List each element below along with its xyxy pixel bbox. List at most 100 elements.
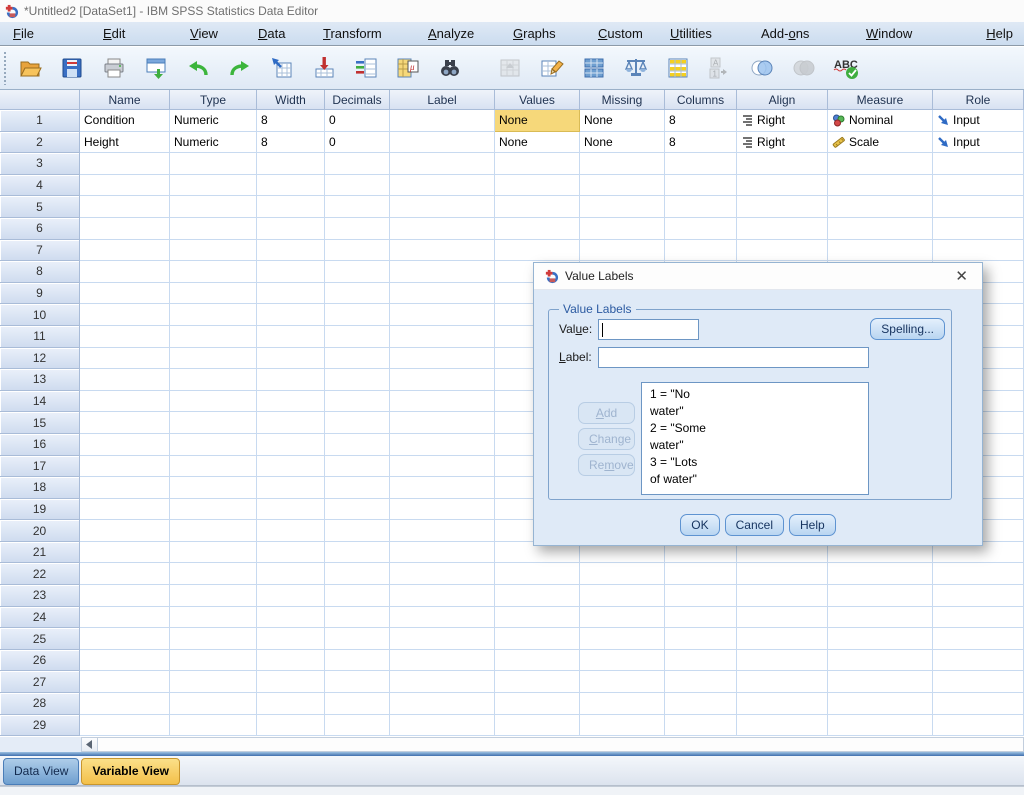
grid-cell[interactable]: [580, 715, 665, 737]
ok-button[interactable]: OK: [680, 514, 719, 536]
toolbar-find[interactable]: [433, 50, 467, 86]
grid-cell[interactable]: [257, 283, 325, 305]
grid-cell[interactable]: [828, 693, 933, 715]
grid-cell[interactable]: [390, 391, 495, 413]
grid-cell[interactable]: [170, 456, 257, 478]
row-header[interactable]: 23: [0, 585, 80, 607]
grid-cell[interactable]: [325, 261, 390, 283]
grid-cell[interactable]: [170, 434, 257, 456]
menu-item[interactable]: Graphs: [502, 22, 587, 45]
value-input[interactable]: [598, 319, 699, 340]
row-header[interactable]: 9: [0, 283, 80, 305]
row-header[interactable]: 28: [0, 693, 80, 715]
grid-cell[interactable]: [390, 196, 495, 218]
grid-cell[interactable]: [257, 671, 325, 693]
toolbar-split-file[interactable]: [577, 50, 611, 86]
grid-cell[interactable]: [80, 326, 170, 348]
grid-cell[interactable]: [170, 412, 257, 434]
grid-cell[interactable]: [257, 499, 325, 521]
row-header[interactable]: 13: [0, 369, 80, 391]
label-input[interactable]: [598, 347, 869, 368]
grid-cell[interactable]: [80, 585, 170, 607]
grid-cell[interactable]: [390, 585, 495, 607]
grid-cell[interactable]: [257, 348, 325, 370]
cell-missing[interactable]: None: [580, 132, 665, 154]
toolbar-goto-variable[interactable]: [307, 50, 341, 86]
grid-cell[interactable]: [390, 326, 495, 348]
grid-cell[interactable]: [933, 218, 1024, 240]
grid-cell[interactable]: [170, 391, 257, 413]
grid-cell[interactable]: [170, 153, 257, 175]
cell-width[interactable]: 8: [257, 132, 325, 154]
grid-cell[interactable]: [80, 628, 170, 650]
grid-cell[interactable]: [325, 304, 390, 326]
toolbar-open-data[interactable]: [13, 50, 47, 86]
grid-cell[interactable]: [390, 607, 495, 629]
grid-cell[interactable]: [325, 542, 390, 564]
grid-cell[interactable]: [80, 715, 170, 737]
grid-cell[interactable]: [933, 563, 1024, 585]
grid-cell[interactable]: [257, 218, 325, 240]
toolbar-variables[interactable]: [349, 50, 383, 86]
row-header[interactable]: 14: [0, 391, 80, 413]
grid-cell[interactable]: [257, 628, 325, 650]
grid-cell[interactable]: [170, 499, 257, 521]
grid-cell[interactable]: [495, 585, 580, 607]
grid-cell[interactable]: [737, 175, 828, 197]
grid-cell[interactable]: [80, 261, 170, 283]
scrollbar-track[interactable]: [81, 737, 1024, 752]
grid-cell[interactable]: [390, 175, 495, 197]
change-button[interactable]: Change: [578, 428, 635, 450]
grid-cell[interactable]: [257, 326, 325, 348]
grid-cell[interactable]: [828, 715, 933, 737]
column-header[interactable]: Role: [933, 90, 1024, 110]
grid-cell[interactable]: [737, 650, 828, 672]
grid-cell[interactable]: [933, 585, 1024, 607]
grid-cell[interactable]: [170, 477, 257, 499]
grid-cell[interactable]: [170, 369, 257, 391]
grid-cell[interactable]: [80, 607, 170, 629]
toolbar-select-cases[interactable]: [661, 50, 695, 86]
grid-cell[interactable]: [170, 240, 257, 262]
grid-cell[interactable]: [495, 218, 580, 240]
grid-cell[interactable]: [665, 650, 737, 672]
grid-cell[interactable]: [495, 715, 580, 737]
grid-cell[interactable]: [828, 607, 933, 629]
grid-cell[interactable]: [737, 715, 828, 737]
toolbar-variable-info[interactable]: μ: [391, 50, 425, 86]
row-header[interactable]: 11: [0, 326, 80, 348]
column-header[interactable]: Missing: [580, 90, 665, 110]
grid-cell[interactable]: [257, 693, 325, 715]
grid-cell[interactable]: [325, 391, 390, 413]
grid-cell[interactable]: [170, 196, 257, 218]
menu-item[interactable]: Transform: [312, 22, 417, 45]
grid-cell[interactable]: [390, 456, 495, 478]
grid-cell[interactable]: [737, 196, 828, 218]
spelling-button[interactable]: Spelling...: [870, 318, 945, 340]
grid-cell[interactable]: [325, 650, 390, 672]
grid-cell[interactable]: [390, 261, 495, 283]
grid-cell[interactable]: [80, 391, 170, 413]
grid-cell[interactable]: [580, 240, 665, 262]
grid-cell[interactable]: [665, 671, 737, 693]
grid-cell[interactable]: [257, 650, 325, 672]
grid-cell[interactable]: [390, 671, 495, 693]
menu-item[interactable]: Window: [855, 22, 975, 45]
grid-cell[interactable]: [170, 715, 257, 737]
grid-cell[interactable]: [170, 607, 257, 629]
grid-cell[interactable]: [828, 196, 933, 218]
grid-cell[interactable]: [80, 369, 170, 391]
grid-cell[interactable]: [828, 628, 933, 650]
grid-cell[interactable]: [665, 240, 737, 262]
grid-cell[interactable]: [580, 175, 665, 197]
grid-cell[interactable]: [737, 218, 828, 240]
grid-cell[interactable]: [325, 628, 390, 650]
cell-type[interactable]: Numeric: [170, 132, 257, 154]
row-header[interactable]: 6: [0, 218, 80, 240]
row-header[interactable]: 10: [0, 304, 80, 326]
grid-cell[interactable]: [737, 628, 828, 650]
menu-item[interactable]: Utilities: [659, 22, 750, 45]
grid-cell[interactable]: [80, 153, 170, 175]
grid-cell[interactable]: [390, 240, 495, 262]
grid-cell[interactable]: [257, 261, 325, 283]
